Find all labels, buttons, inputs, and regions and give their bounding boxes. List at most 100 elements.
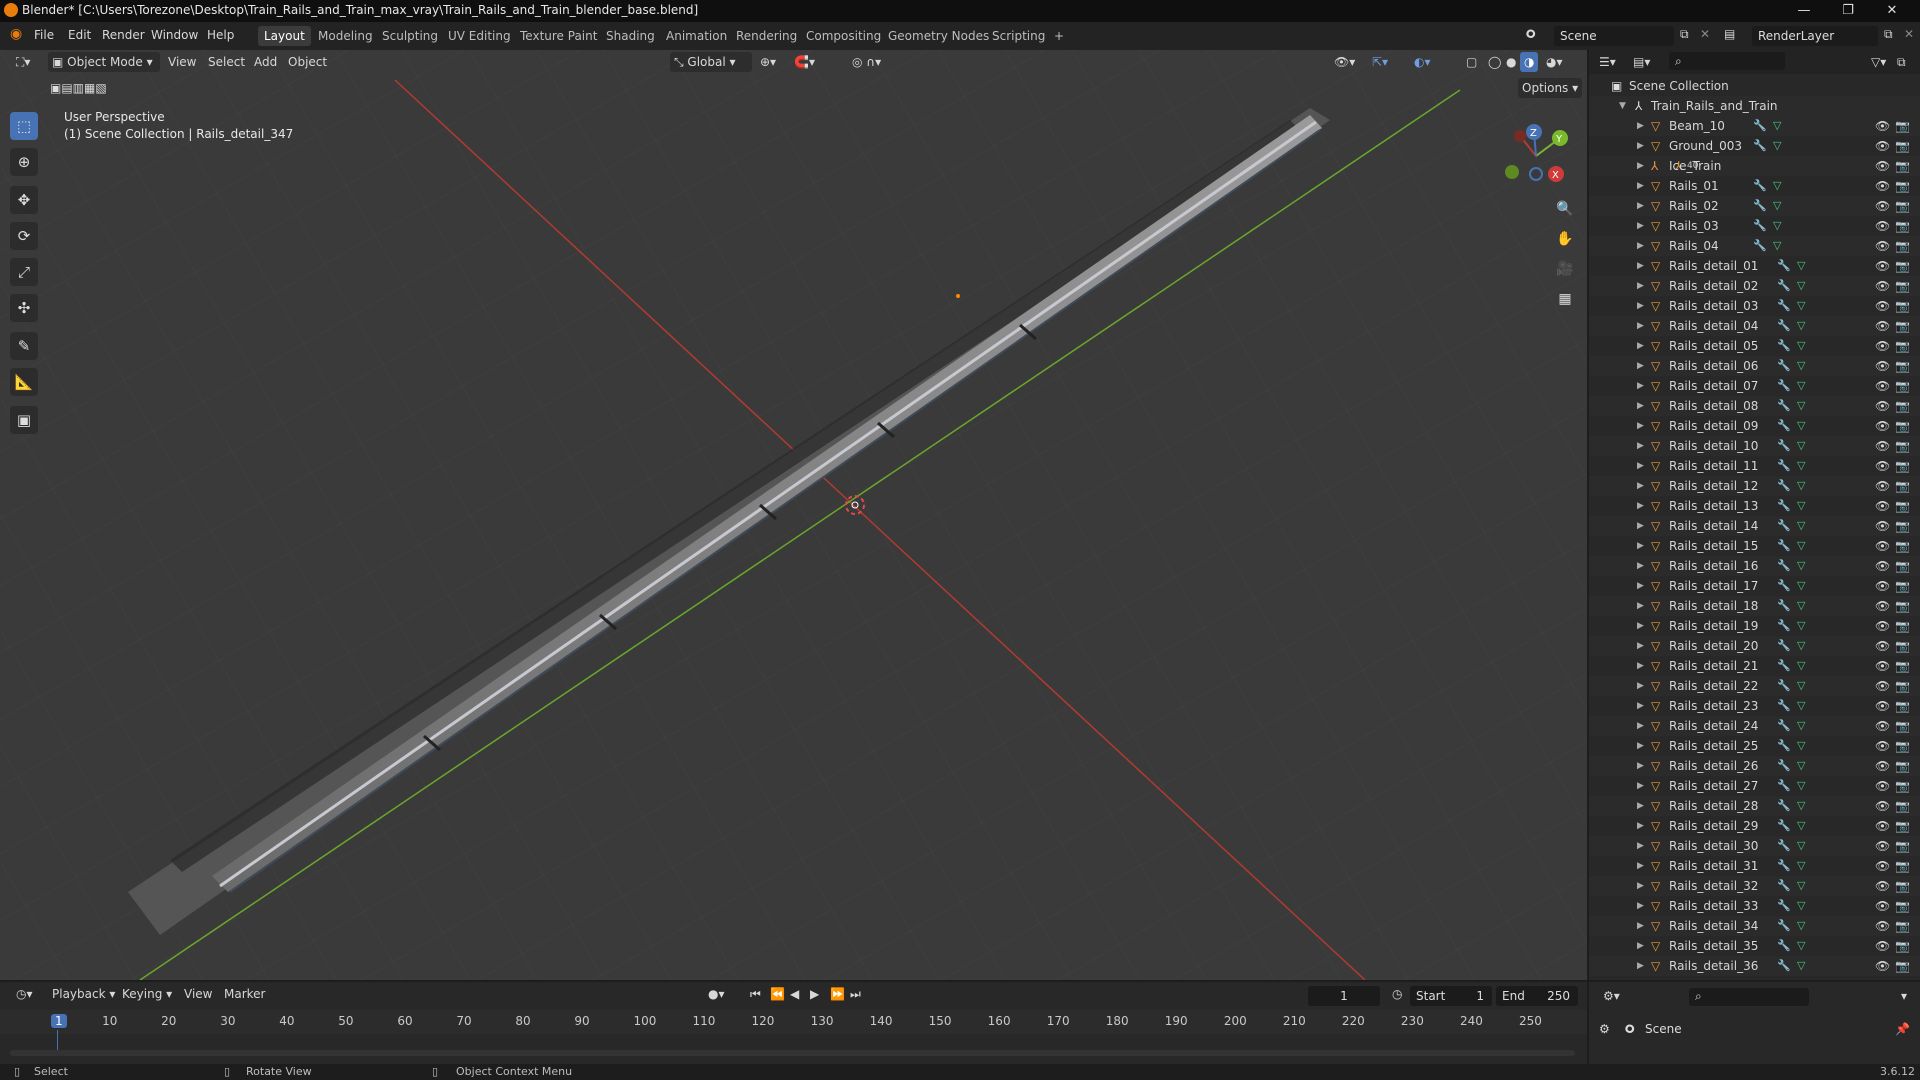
tab-scripting[interactable]: Scripting xyxy=(986,26,1051,46)
expand-icon[interactable]: ▶ xyxy=(1637,416,1647,436)
outliner-item[interactable]: ▶ ▽ 🔧 ▽ 👁 📷 Rails_detail_21 xyxy=(1589,656,1920,676)
display-mode-icon[interactable]: ▤▾ xyxy=(1633,52,1650,72)
render-camera-icon[interactable]: 📷 xyxy=(1895,696,1910,716)
transform-tool[interactable]: ✣ xyxy=(10,294,38,322)
expand-icon[interactable]: ▶ xyxy=(1637,756,1647,776)
record-icon[interactable]: ●▾ xyxy=(704,984,729,1004)
visibility-eye-icon[interactable]: 👁 xyxy=(1875,776,1890,796)
visibility-eye-icon[interactable]: 👁 xyxy=(1875,676,1890,696)
expand-icon[interactable]: ▶ xyxy=(1637,656,1647,676)
shading-material-icon[interactable]: ◑ xyxy=(1520,52,1539,72)
render-camera-icon[interactable]: 📷 xyxy=(1895,476,1910,496)
visibility-eye-icon[interactable]: 👁 xyxy=(1875,476,1890,496)
render-camera-icon[interactable]: 📷 xyxy=(1895,516,1910,536)
render-camera-icon[interactable]: 📷 xyxy=(1895,556,1910,576)
3d-viewport[interactable]: ⛶▾ ▣ Object Mode ▾ View Select Add Objec… xyxy=(0,50,1587,980)
expand-icon[interactable]: ▶ xyxy=(1637,396,1647,416)
shading-rendered-icon[interactable]: ◕▾ xyxy=(1542,52,1567,72)
outliner-item[interactable]: ▶ ▽ 🔧 ▽ 👁 📷 Rails_detail_33 xyxy=(1589,896,1920,916)
render-camera-icon[interactable]: 📷 xyxy=(1895,216,1910,236)
render-camera-icon[interactable]: 📷 xyxy=(1895,736,1910,756)
visibility-eye-icon[interactable]: 👁 xyxy=(1875,656,1890,676)
visibility-eye-icon[interactable]: 👁 xyxy=(1875,756,1890,776)
rotate-tool[interactable]: ⟳ xyxy=(10,222,38,250)
end-frame-field[interactable]: End 250 xyxy=(1496,986,1578,1006)
render-layer-icon[interactable]: ▤ xyxy=(1724,27,1735,41)
visibility-eye-icon[interactable]: 👁 xyxy=(1875,216,1890,236)
outliner-item[interactable]: ▶ ⅄ ⅄ 40 👁 📷 Ice_Train xyxy=(1589,156,1920,176)
visibility-eye-icon[interactable]: 👁 xyxy=(1875,796,1890,816)
render-camera-icon[interactable]: 📷 xyxy=(1895,896,1910,916)
shading-solid-icon[interactable]: ● xyxy=(1502,52,1520,72)
render-camera-icon[interactable]: 📷 xyxy=(1895,656,1910,676)
blender-menu-icon[interactable]: ◉ xyxy=(10,26,22,42)
tab-animation[interactable]: Animation xyxy=(660,26,733,46)
expand-icon[interactable]: ▶ xyxy=(1637,816,1647,836)
render-camera-icon[interactable]: 📷 xyxy=(1895,876,1910,896)
visibility-eye-icon[interactable]: 👁 xyxy=(1875,456,1890,476)
outliner-item[interactable]: ▶ ▽ 🔧 ▽ 👁 📷 Rails_detail_08 xyxy=(1589,396,1920,416)
expand-icon[interactable]: ▶ xyxy=(1637,296,1647,316)
render-camera-icon[interactable]: 📷 xyxy=(1895,176,1910,196)
new-collection-icon[interactable]: ⧉ xyxy=(1897,52,1906,72)
visibility-eye-icon[interactable]: 👁 xyxy=(1875,716,1890,736)
expand-icon[interactable]: ▶ xyxy=(1637,936,1647,956)
move-tool[interactable]: ✥ xyxy=(10,186,38,214)
expand-icon[interactable]: ▶ xyxy=(1637,856,1647,876)
outliner-collection-train[interactable]: ▼ ⅄ Train_Rails_and_Train xyxy=(1589,96,1920,116)
outliner-item[interactable]: ▶ ▽ 🔧 ▽ 👁 📷 Rails_04 xyxy=(1589,236,1920,256)
tab-modeling[interactable]: Modeling xyxy=(312,26,379,46)
outliner-item[interactable]: ▶ ▽ 🔧 ▽ 👁 📷 Rails_detail_19 xyxy=(1589,616,1920,636)
proportional-edit-icon[interactable]: ◎ ∩▾ xyxy=(848,52,885,72)
visibility-eye-icon[interactable]: 👁 xyxy=(1875,356,1890,376)
close-button[interactable]: ✕ xyxy=(1872,0,1912,22)
render-camera-icon[interactable]: 📷 xyxy=(1895,956,1910,976)
expand-icon[interactable]: ▶ xyxy=(1637,356,1647,376)
tab-sculpting[interactable]: Sculpting xyxy=(376,26,444,46)
menu-edit[interactable]: Edit xyxy=(68,28,91,42)
outliner-item[interactable]: ▶ ▽ 🔧 ▽ 👁 📷 Rails_detail_10 xyxy=(1589,436,1920,456)
expand-icon[interactable]: ▶ xyxy=(1637,336,1647,356)
outliner-item[interactable]: ▶ ▽ 🔧 ▽ 👁 📷 Rails_02 xyxy=(1589,196,1920,216)
visibility-eye-icon[interactable]: 👁 xyxy=(1875,596,1890,616)
render-camera-icon[interactable]: 📷 xyxy=(1895,816,1910,836)
outliner-item[interactable]: ▶ ▽ 🔧 ▽ 👁 📷 Rails_detail_26 xyxy=(1589,756,1920,776)
delete-layer-icon[interactable]: ✕ xyxy=(1904,27,1914,41)
visibility-eye-icon[interactable]: 👁 xyxy=(1875,516,1890,536)
expand-icon[interactable]: ▶ xyxy=(1637,496,1647,516)
menu-add[interactable]: Add xyxy=(250,52,281,72)
outliner-item[interactable]: ▶ ▽ 🔧 ▽ 👁 📷 Rails_detail_03 xyxy=(1589,296,1920,316)
outliner-item[interactable]: ▶ ▽ 🔧 ▽ 👁 📷 Beam_10 xyxy=(1589,116,1920,136)
tab-texture-paint[interactable]: Texture Paint xyxy=(514,26,603,46)
current-frame-field[interactable]: 1 xyxy=(1308,986,1380,1006)
render-camera-icon[interactable]: 📷 xyxy=(1895,256,1910,276)
visibility-eye-icon[interactable]: 👁 xyxy=(1875,316,1890,336)
new-scene-icon[interactable]: ⧉ xyxy=(1680,27,1689,42)
outliner-item[interactable]: ▶ ▽ 🔧 ▽ 👁 📷 Rails_detail_16 xyxy=(1589,556,1920,576)
tab-geometry-nodes[interactable]: Geometry Nodes xyxy=(882,26,995,46)
render-camera-icon[interactable]: 📷 xyxy=(1895,376,1910,396)
menu-window[interactable]: Window xyxy=(151,28,198,42)
viewport-canvas[interactable] xyxy=(0,50,1587,980)
visibility-eye-icon[interactable]: 👁 xyxy=(1875,736,1890,756)
visibility-eye-icon[interactable]: 👁 xyxy=(1875,876,1890,896)
outliner-item[interactable]: ▶ ▽ 🔧 ▽ 👁 📷 Rails_detail_07 xyxy=(1589,376,1920,396)
render-camera-icon[interactable]: 📷 xyxy=(1895,576,1910,596)
outliner-item[interactable]: ▶ ▽ 🔧 ▽ 👁 📷 Rails_detail_35 xyxy=(1589,936,1920,956)
preview-range-icon[interactable]: ◷ xyxy=(1388,984,1406,1004)
render-camera-icon[interactable]: 📷 xyxy=(1895,496,1910,516)
visibility-eye-icon[interactable]: 👁 xyxy=(1875,336,1890,356)
render-camera-icon[interactable]: 📷 xyxy=(1895,116,1910,136)
render-camera-icon[interactable]: 📷 xyxy=(1895,716,1910,736)
expand-icon[interactable]: ▶ xyxy=(1637,896,1647,916)
visibility-eye-icon[interactable]: 👁 xyxy=(1875,296,1890,316)
expand-icon[interactable]: ▶ xyxy=(1637,696,1647,716)
zoom-icon[interactable]: 🔍 xyxy=(1552,196,1578,222)
outliner-item[interactable]: ▶ ▽ 🔧 ▽ 👁 📷 Rails_03 xyxy=(1589,216,1920,236)
outliner-item[interactable]: ▶ ▽ 🔧 ▽ 👁 📷 Rails_detail_01 xyxy=(1589,256,1920,276)
expand-icon[interactable]: ▶ xyxy=(1637,616,1647,636)
tab-compositing[interactable]: Compositing xyxy=(800,26,887,46)
annotate-tool[interactable]: ✎ xyxy=(10,332,38,360)
gizmo-toggle-icon[interactable]: ⇱▾ xyxy=(1368,52,1392,72)
outliner-item[interactable]: ▶ ▽ 🔧 ▽ 👁 📷 Rails_detail_13 xyxy=(1589,496,1920,516)
